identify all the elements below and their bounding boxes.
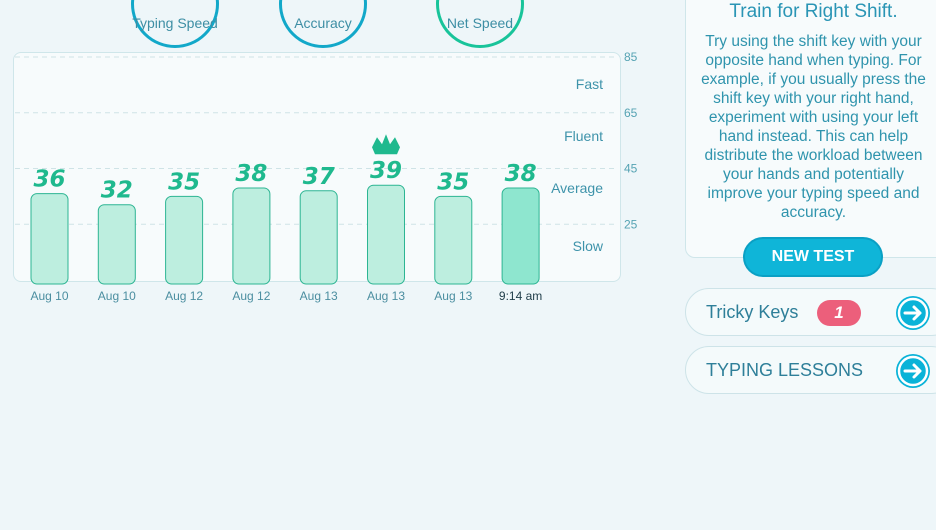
typing-lessons-row[interactable]: TYPING LESSONS <box>685 346 936 394</box>
bar-value-label: 39 <box>370 158 402 184</box>
tip-title: Train for Right Shift. <box>729 1 898 22</box>
bar-value-label: 38 <box>235 161 267 187</box>
x-tick-label: Aug 12 <box>232 289 270 303</box>
speed-history-chart-svg: 85 65 45 25 Fast Fluent Average Slow 36 Aug 10 32 A… <box>15 50 638 303</box>
bar <box>367 184 405 285</box>
bar <box>501 187 540 285</box>
y-tick-label: 45 <box>624 162 638 176</box>
y-tick-label: 25 <box>624 217 638 231</box>
arrow-right-icon[interactable] <box>896 296 930 330</box>
tip-text: Try using the shift key with your opposi… <box>701 33 926 221</box>
zone-label: Slow <box>573 238 604 254</box>
x-tick-label: Aug 13 <box>367 289 405 303</box>
tricky-keys-row[interactable]: Tricky Keys 1 <box>685 288 936 336</box>
x-tick-label: Aug 10 <box>30 289 68 303</box>
y-tick-label: 65 <box>624 106 638 120</box>
bar-value-label: 32 <box>101 178 133 204</box>
bar <box>30 193 69 285</box>
tricky-keys-label: Tricky Keys <box>706 302 799 322</box>
crown-icon <box>372 134 400 155</box>
zone-label: Fluent <box>564 128 603 144</box>
x-tick-label: Aug 12 <box>165 289 203 303</box>
y-tick-label: 85 <box>624 50 638 64</box>
zone-label: Average <box>551 180 603 196</box>
tip-card: Train for Right Shift. Try using the shi… <box>685 0 936 258</box>
bar <box>299 190 338 285</box>
bar <box>165 195 204 285</box>
bar-value-label: 35 <box>168 169 200 195</box>
tricky-keys-count-badge: 1 <box>817 300 861 326</box>
x-tick-label: Aug 10 <box>98 289 136 303</box>
bar-value-label: 38 <box>505 161 537 187</box>
bar-value-label: 35 <box>437 169 469 195</box>
new-test-button[interactable]: NEW TEST <box>743 237 883 277</box>
typing-lessons-label: TYPING LESSONS <box>706 360 864 380</box>
bar-value-label: 37 <box>303 164 335 190</box>
x-tick-label: Aug 13 <box>434 289 472 303</box>
bar <box>434 195 473 285</box>
arrow-right-icon[interactable] <box>896 354 930 388</box>
bar <box>232 187 271 285</box>
bar-value-label: 36 <box>33 167 65 193</box>
bar <box>97 204 136 285</box>
zone-label: Fast <box>576 76 603 92</box>
x-tick-label: 9:14 am <box>499 289 542 303</box>
x-tick-label: Aug 13 <box>300 289 338 303</box>
